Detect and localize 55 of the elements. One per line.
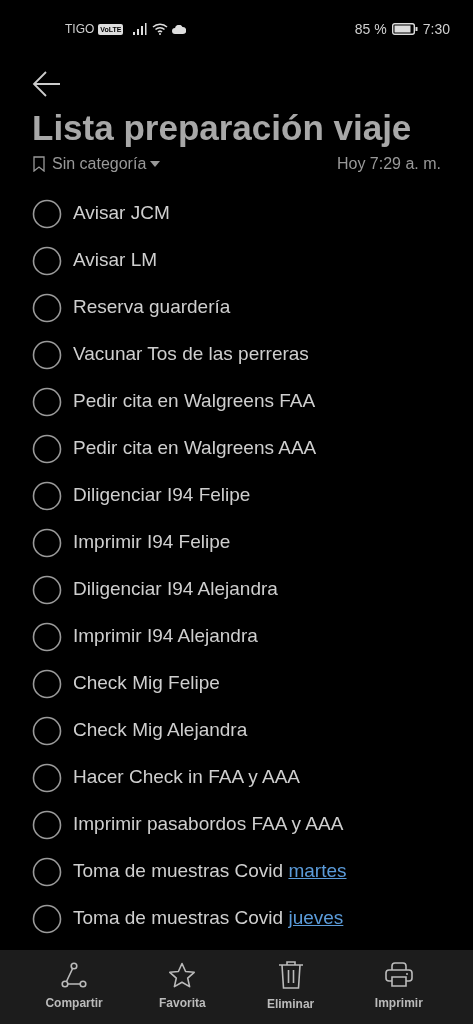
checkbox[interactable] (32, 245, 62, 276)
date-link[interactable]: jueves (288, 907, 344, 929)
star-icon (168, 962, 197, 988)
checklist-item-text: Imprimir pasabordos FAA y AAA (73, 812, 344, 837)
checklist-item-text: Toma de muestras Covid martes (73, 859, 347, 884)
wifi-icon (152, 23, 169, 35)
checkbox[interactable] (32, 574, 62, 605)
checklist-item-text: Vacunar Tos de las perreras (73, 342, 309, 367)
checklist-item-text: Pedir cita en Walgreens FAA (73, 389, 316, 414)
battery-percent: 85 % (354, 19, 387, 39)
share-button[interactable]: Compartir (29, 950, 120, 1024)
dropdown-caret-icon[interactable] (150, 161, 161, 167)
battery-icon (391, 23, 418, 35)
checkbox[interactable] (32, 386, 62, 417)
trash-icon (277, 961, 304, 989)
checkbox[interactable] (32, 903, 62, 934)
checkbox[interactable] (32, 433, 62, 464)
date-link[interactable]: martes (288, 860, 347, 882)
printer-icon (384, 962, 413, 988)
checkbox[interactable] (32, 715, 62, 746)
checklist-item-text: Hacer Check in FAA y AAA (73, 765, 301, 790)
checkbox[interactable] (32, 527, 62, 558)
note-title: Lista preparación viaje (32, 107, 413, 149)
carrier-name: TIGO (65, 21, 95, 38)
modified-date: Hoy 7:29 a. m. (336, 154, 441, 174)
checkbox[interactable] (32, 292, 62, 323)
checkbox[interactable] (32, 809, 62, 840)
checkbox[interactable] (32, 762, 62, 793)
category-selector[interactable]: Sin categoría (52, 152, 147, 176)
checklist-item-text: Toma de muestras Covid jueves (73, 906, 344, 931)
checkbox[interactable] (32, 339, 62, 370)
checklist-item-text: Check Mig Alejandra (73, 718, 248, 743)
checklist-item-text: Pedir cita en Walgreens AAA (73, 436, 317, 461)
print-button[interactable]: Imprimir (353, 950, 444, 1024)
checklist-item-text: Imprimir I94 Felipe (73, 530, 231, 555)
signal-icon (133, 23, 148, 35)
checklist-item-text: Diligenciar I94 Alejandra (73, 577, 278, 602)
checkbox[interactable] (32, 668, 62, 699)
checklist-item-text: Imprimir I94 Alejandra (73, 624, 258, 649)
checklist-item-text: Avisar JCM (73, 201, 170, 226)
trash-button[interactable]: Eliminar (245, 950, 336, 1024)
bookmark-icon (32, 156, 46, 172)
star-button[interactable]: Favorita (137, 950, 228, 1024)
clock-time: 7:30 (422, 19, 450, 39)
back-icon[interactable] (32, 70, 62, 98)
share-icon (61, 962, 88, 988)
checklist-item-text: Diligenciar I94 Felipe (73, 483, 251, 508)
checkbox[interactable] (32, 621, 62, 652)
checklist-item-text: Reserva guardería (73, 295, 231, 320)
checklist-item-text: Check Mig Felipe (73, 671, 220, 696)
checkbox[interactable] (32, 856, 62, 887)
checkbox[interactable] (32, 480, 62, 511)
cloud-icon (172, 24, 187, 34)
checklist-item-text: Avisar LM (73, 248, 158, 273)
checkbox[interactable] (32, 198, 62, 229)
